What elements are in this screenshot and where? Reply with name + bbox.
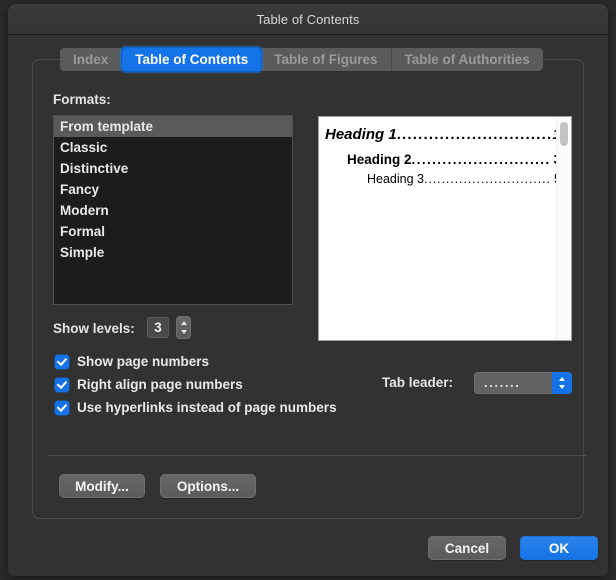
checkmark-icon[interactable] <box>55 401 69 415</box>
tab-leader-value: ....... <box>474 378 520 388</box>
checkmark-icon[interactable] <box>55 378 69 392</box>
toc-line-leader: ................................ <box>424 172 552 186</box>
options-button[interactable]: Options... <box>160 474 256 498</box>
checkbox-label: Right align page numbers <box>77 377 243 392</box>
toc-line-text: Heading 3 <box>367 172 424 186</box>
tab-leader-select[interactable]: ....... <box>474 372 572 394</box>
toc-preview-content: Heading 1 ..............................… <box>319 117 571 340</box>
checkbox-show-page-numbers[interactable]: Show page numbers <box>55 354 209 369</box>
checkbox-use-hyperlinks[interactable]: Use hyperlinks instead of page numbers <box>55 400 337 415</box>
modify-button[interactable]: Modify... <box>59 474 145 498</box>
show-levels-stepper[interactable] <box>176 316 191 339</box>
preview-scrollbar-thumb[interactable] <box>560 122 568 146</box>
chevron-down-icon[interactable] <box>181 330 187 334</box>
cancel-button[interactable]: Cancel <box>428 536 506 560</box>
tab-table-of-figures[interactable]: Table of Figures <box>261 48 391 71</box>
tab-leader-label: Tab leader: <box>382 375 453 390</box>
chevron-up-icon <box>559 377 565 381</box>
checkmark-icon[interactable] <box>55 355 69 369</box>
list-item[interactable]: Modern <box>54 200 292 221</box>
checkbox-right-align-page-numbers[interactable]: Right align page numbers <box>55 377 243 392</box>
show-levels-input[interactable]: 3 <box>147 317 169 338</box>
formats-listbox[interactable]: From template Classic Distinctive Fancy … <box>53 115 293 305</box>
list-item[interactable]: Distinctive <box>54 158 292 179</box>
checkbox-label: Use hyperlinks instead of page numbers <box>77 400 337 415</box>
toc-preview-pane: Heading 1 ..............................… <box>318 116 572 341</box>
toc-line-leader: .................................. <box>397 126 551 143</box>
section-divider <box>48 455 586 456</box>
toc-line-text: Heading 2 <box>347 152 412 167</box>
table-of-contents-dialog: Table of Contents Index Table of Content… <box>8 4 608 576</box>
preview-scrollbar[interactable] <box>556 118 570 341</box>
tab-index[interactable]: Index <box>60 48 122 71</box>
chevron-down-icon <box>559 385 565 389</box>
toc-preview-line-heading-2: Heading 2 ..............................… <box>325 152 561 167</box>
toc-preview-line-heading-1: Heading 1 ..............................… <box>325 126 561 143</box>
toc-line-leader: .............................. <box>412 152 552 167</box>
tab-table-of-authorities[interactable]: Table of Authorities <box>392 48 543 71</box>
tab-table-of-contents[interactable]: Table of Contents <box>122 48 261 71</box>
toc-line-text: Heading 1 <box>325 126 397 143</box>
dialog-titlebar: Table of Contents <box>8 4 608 35</box>
formats-label: Formats: <box>53 92 111 107</box>
ok-button[interactable]: OK <box>520 536 598 560</box>
chevron-up-icon[interactable] <box>181 321 187 325</box>
list-item[interactable]: Classic <box>54 137 292 158</box>
checkbox-label: Show page numbers <box>77 354 209 369</box>
tab-bar: Index Table of Contents Table of Figures… <box>60 48 543 71</box>
list-item[interactable]: From template <box>54 116 292 137</box>
list-item[interactable]: Simple <box>54 242 292 263</box>
dialog-title: Table of Contents <box>257 12 360 27</box>
chevron-up-down-icon[interactable] <box>552 372 572 394</box>
toc-preview-line-heading-3: Heading 3 ..............................… <box>325 172 561 186</box>
list-item[interactable]: Fancy <box>54 179 292 200</box>
list-item[interactable]: Formal <box>54 221 292 242</box>
show-levels-label: Show levels: <box>53 321 135 336</box>
